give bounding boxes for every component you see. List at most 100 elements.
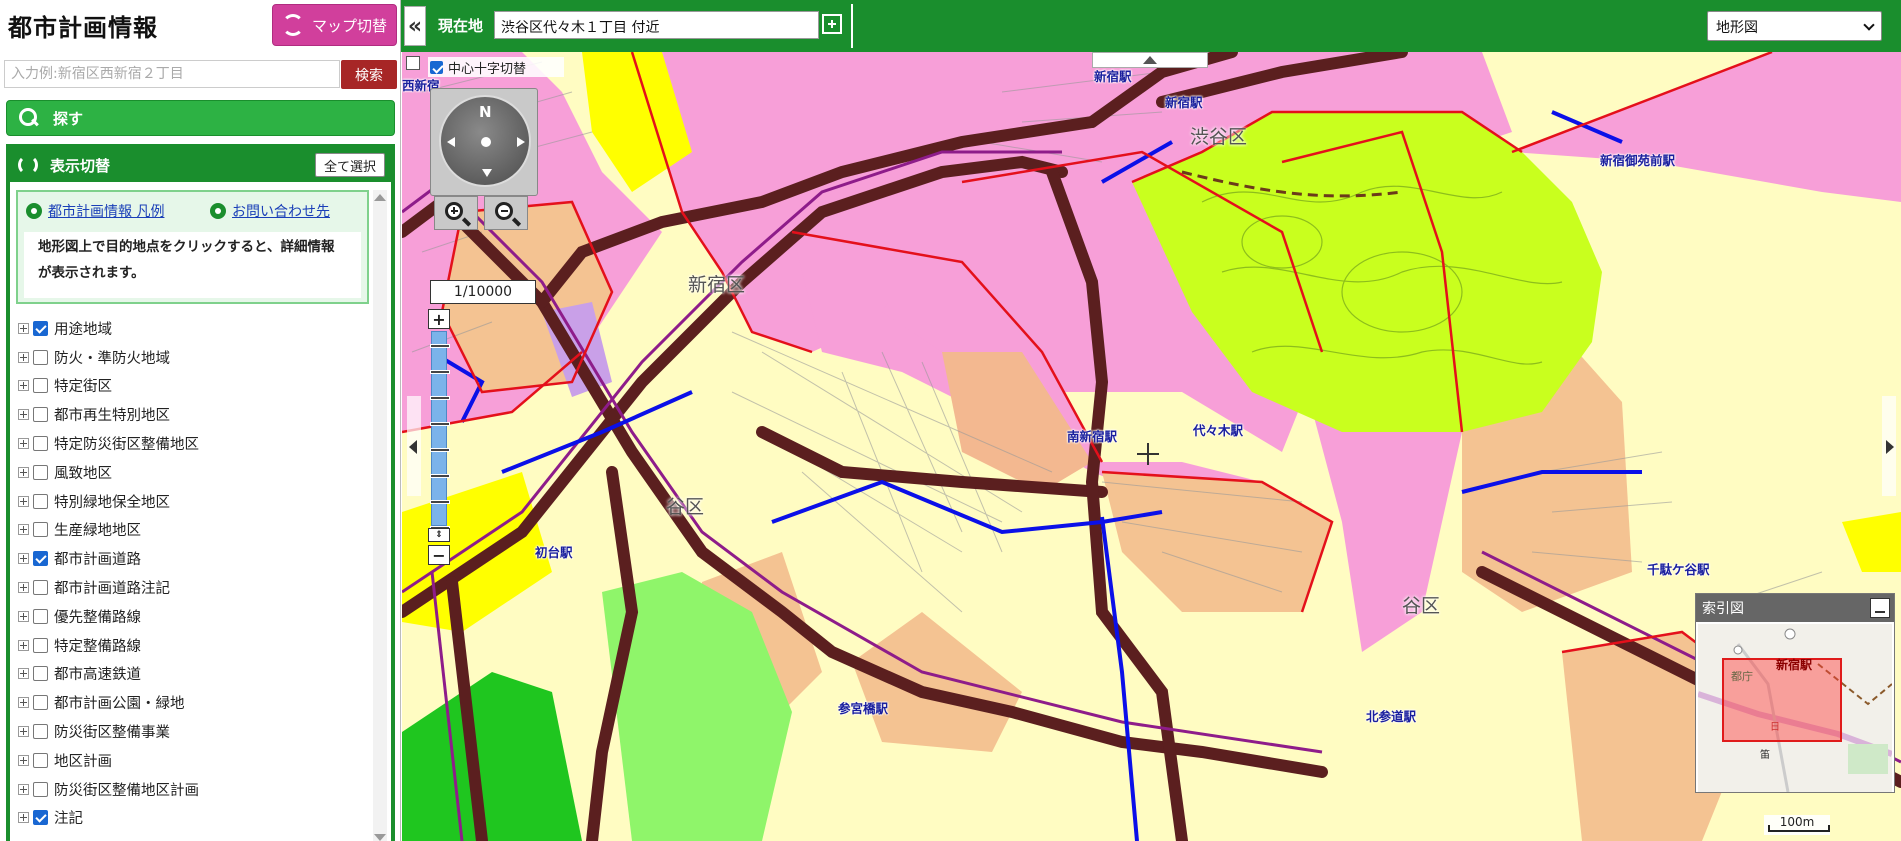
layer-item[interactable]: 防災街区整備地区計画 <box>18 775 368 804</box>
layer-scrollbar[interactable] <box>373 190 387 841</box>
expand-icon[interactable] <box>18 438 29 450</box>
layer-checkbox[interactable] <box>33 810 48 826</box>
search-button[interactable]: 検索 <box>341 60 397 89</box>
crosshair-toggle[interactable]: 中心十字切替 <box>428 57 564 77</box>
pan-left-handle[interactable] <box>407 396 421 496</box>
layer-checkbox[interactable] <box>33 781 48 797</box>
expand-icon[interactable] <box>18 351 29 363</box>
pan-left-icon[interactable] <box>447 137 455 147</box>
layer-label: 地区計画 <box>54 753 112 770</box>
select-all-button[interactable]: 全て選択 <box>314 153 385 177</box>
zoom-in-button[interactable] <box>434 196 478 230</box>
layer-checkbox[interactable] <box>33 666 48 682</box>
compass-control[interactable]: N <box>430 88 538 196</box>
expand-icon[interactable] <box>18 582 29 594</box>
expand-icon[interactable] <box>18 466 29 478</box>
pan-right-handle[interactable] <box>1882 396 1896 496</box>
slider-handle[interactable]: ⇕ <box>428 528 450 542</box>
layer-item[interactable]: 都市高速鉄道 <box>18 660 368 689</box>
expand-icon[interactable] <box>18 726 29 738</box>
layer-checkbox[interactable] <box>33 608 48 624</box>
expand-icon[interactable] <box>18 380 29 392</box>
layer-item[interactable]: 都市計画道路注記 <box>18 573 368 602</box>
layer-item[interactable]: 防災街区整備事業 <box>18 717 368 746</box>
pan-right-icon[interactable] <box>517 137 525 147</box>
slider-plus-icon[interactable]: + <box>428 309 450 329</box>
compass-dial[interactable]: N <box>439 95 531 187</box>
contact-link[interactable]: お問い合わせ先 <box>210 201 330 221</box>
layer-item[interactable]: 風致地区 <box>18 458 368 487</box>
map-switch-button[interactable]: マップ切替 <box>272 4 397 46</box>
zoom-out-button[interactable] <box>484 196 528 230</box>
slider-track[interactable] <box>430 331 450 530</box>
find-bar[interactable]: 探す <box>6 100 395 136</box>
layer-item[interactable]: 特定街区 <box>18 372 368 401</box>
overview-canvas[interactable]: 新宿駅 都庁 日 笛 <box>1698 624 1892 792</box>
crosshair-checkbox[interactable] <box>430 60 443 74</box>
layer-checkbox[interactable] <box>33 522 48 538</box>
slider-tick[interactable] <box>430 370 450 374</box>
slider-tick[interactable] <box>430 448 450 452</box>
display-toggle-header[interactable]: 表示切替 全て選択 <box>10 148 391 182</box>
expand-icon[interactable] <box>18 754 29 766</box>
layer-checkbox[interactable] <box>33 349 48 365</box>
slider-tick[interactable] <box>430 474 450 478</box>
expand-icon[interactable] <box>18 553 29 565</box>
expand-icon[interactable] <box>18 610 29 622</box>
layer-checkbox[interactable] <box>33 695 48 711</box>
slider-minus-icon[interactable]: − <box>428 545 450 565</box>
expand-icon[interactable] <box>18 812 29 824</box>
map-corner-icon[interactable] <box>406 56 420 70</box>
layer-checkbox[interactable] <box>33 493 48 509</box>
legend-link[interactable]: 都市計画情報 凡例 <box>26 201 164 221</box>
layer-item[interactable]: 用途地域 <box>18 314 368 343</box>
scale-display: 1/10000 <box>430 280 536 304</box>
layer-item[interactable]: 優先整備路線 <box>18 602 368 631</box>
expand-icon[interactable] <box>18 783 29 795</box>
layer-checkbox[interactable] <box>33 724 48 740</box>
layer-checkbox[interactable] <box>33 378 48 394</box>
layer-item[interactable]: 都市再生特別地区 <box>18 400 368 429</box>
layer-checkbox[interactable] <box>33 551 48 567</box>
layer-item[interactable]: 都市計画道路 <box>18 544 368 573</box>
expand-icon[interactable] <box>18 409 29 421</box>
layer-item[interactable]: 生産緑地地区 <box>18 516 368 545</box>
layer-checkbox[interactable] <box>33 464 48 480</box>
slider-tick[interactable] <box>430 422 450 426</box>
layer-item[interactable]: 地区計画 <box>18 746 368 775</box>
scale-bar: 100m <box>1764 815 1830 835</box>
layer-item[interactable]: 特定防災街区整備地区 <box>18 429 368 458</box>
layer-checkbox[interactable] <box>33 436 48 452</box>
layer-checkbox[interactable] <box>33 637 48 653</box>
slider-tick[interactable] <box>430 500 450 504</box>
expand-icon[interactable] <box>18 639 29 651</box>
compass-center-icon[interactable] <box>481 137 491 147</box>
overview-map[interactable]: 索引図 新宿駅 都庁 日 笛 <box>1695 593 1895 793</box>
address-search-input[interactable] <box>4 60 340 88</box>
layer-checkbox[interactable] <box>33 752 48 768</box>
zoom-slider[interactable]: + ⇕ − <box>427 309 451 567</box>
minimize-icon[interactable] <box>1870 598 1890 618</box>
pan-down-icon[interactable] <box>482 169 492 177</box>
scroll-down-icon[interactable] <box>374 834 386 841</box>
expand-icon[interactable] <box>18 495 29 507</box>
layer-item[interactable]: 防火・準防火地域 <box>18 343 368 372</box>
locate-icon[interactable] <box>822 14 842 34</box>
basemap-select[interactable]: 地形図 <box>1707 11 1882 41</box>
layer-checkbox[interactable] <box>33 580 48 596</box>
expand-icon[interactable] <box>18 668 29 680</box>
expand-icon[interactable] <box>18 322 29 334</box>
collapse-panel-button[interactable]: « <box>404 6 426 46</box>
layer-item[interactable]: 特定整備路線 <box>18 631 368 660</box>
expand-icon[interactable] <box>18 524 29 536</box>
layer-item[interactable]: 特別緑地保全地区 <box>18 487 368 516</box>
layer-checkbox[interactable] <box>33 320 48 336</box>
expand-icon[interactable] <box>18 697 29 709</box>
slider-tick[interactable] <box>430 396 450 400</box>
scroll-up-icon[interactable] <box>374 194 386 201</box>
pan-up-handle[interactable] <box>1092 52 1208 68</box>
layer-checkbox[interactable] <box>33 407 48 423</box>
slider-tick[interactable] <box>430 344 450 348</box>
layer-item[interactable]: 都市計画公園・緑地 <box>18 688 368 717</box>
layer-item[interactable]: 注記 <box>18 804 368 833</box>
